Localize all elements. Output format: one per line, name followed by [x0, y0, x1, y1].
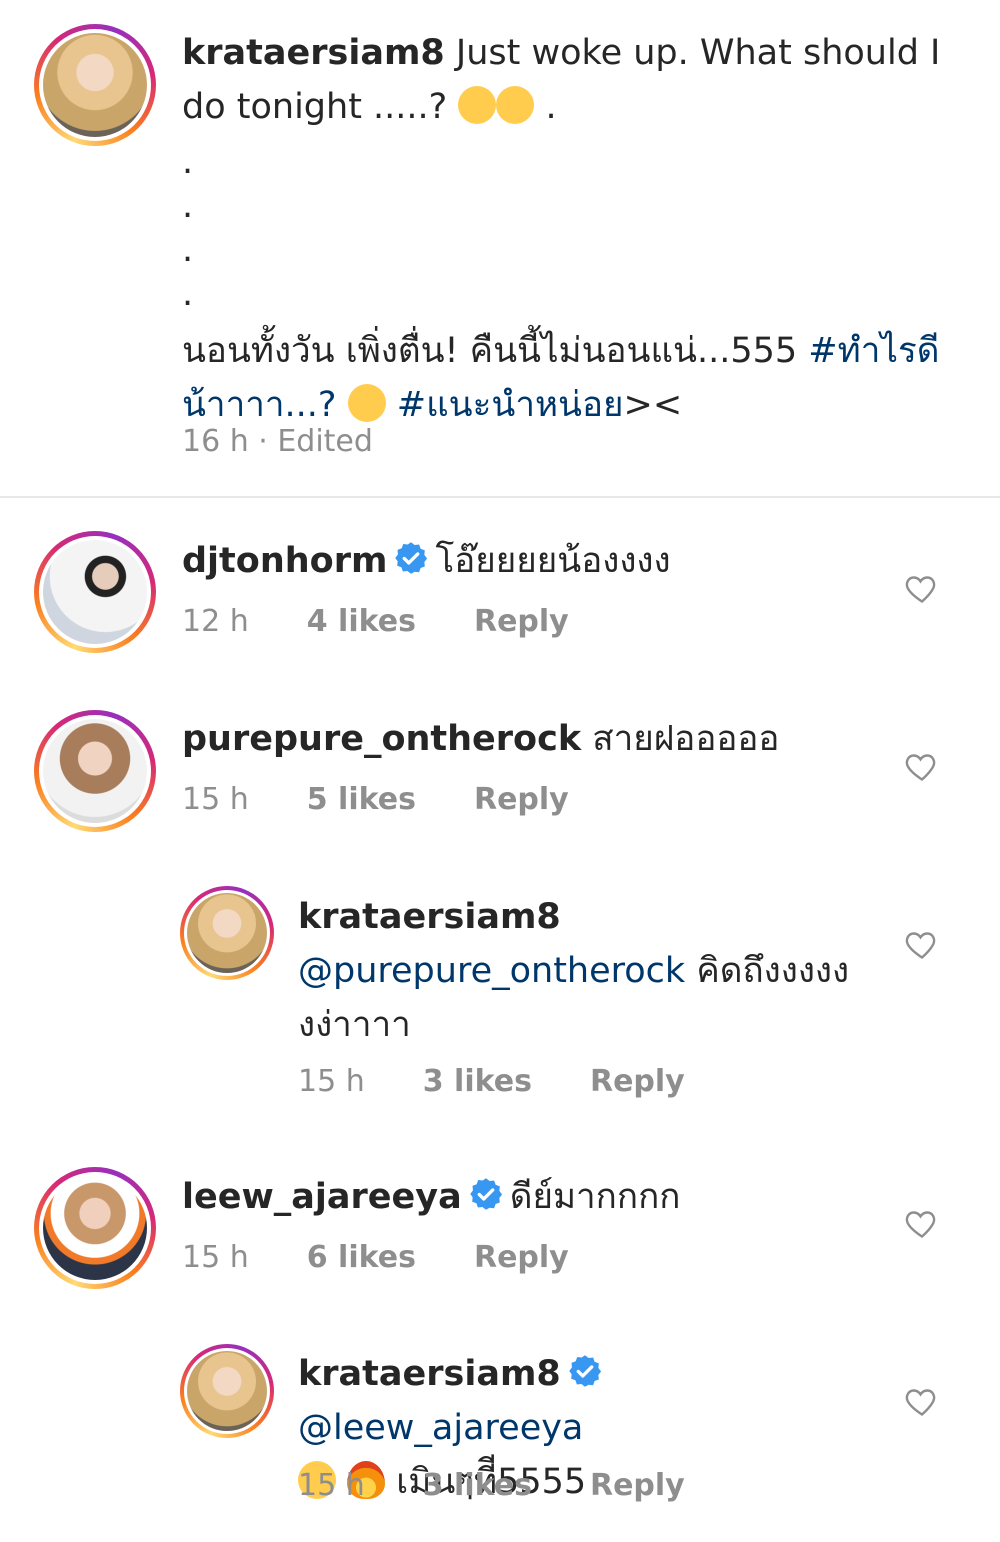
comment-body: purepure_ontherock สายฝอออออ: [182, 712, 779, 766]
like-heart-icon[interactable]: [904, 748, 940, 784]
comment-body: djtonhorm โอ๊ยยยยน้องงงง: [182, 534, 671, 588]
reply-button[interactable]: Reply: [474, 1240, 569, 1275]
like-heart-icon[interactable]: [904, 926, 940, 962]
reply-avatar[interactable]: [180, 1344, 274, 1438]
zany-face-icon: [347, 384, 386, 422]
likes-count[interactable]: 3 likes: [423, 1064, 532, 1099]
like-heart-icon[interactable]: [904, 570, 940, 606]
comment-avatar[interactable]: [34, 710, 156, 832]
comment-body: leew_ajareeya ดีย์มากกกก: [182, 1170, 680, 1224]
comment-username[interactable]: krataersiam8: [298, 897, 561, 937]
comment-text: โอ๊ยยยยน้องงงง: [435, 541, 671, 581]
reply-button[interactable]: Reply: [474, 604, 569, 639]
comment-meta: 15 h 5 likes Reply: [182, 782, 627, 817]
zany-face-icon: [496, 86, 535, 124]
likes-count[interactable]: 5 likes: [307, 782, 416, 817]
comment-time: 15 h: [298, 1064, 365, 1099]
caption-dot: .: [182, 142, 194, 182]
thinking-face-icon: [458, 86, 497, 124]
likes-count[interactable]: 6 likes: [307, 1240, 416, 1275]
caption-username[interactable]: krataersiam8: [182, 33, 445, 73]
reply-avatar[interactable]: [180, 886, 274, 980]
verified-badge-icon: [567, 1353, 603, 1389]
likes-count[interactable]: 4 likes: [307, 604, 416, 639]
caption-dot: .: [182, 274, 194, 314]
caption-dot: .: [182, 230, 194, 270]
caption-trail: .: [545, 87, 557, 127]
caption-suffix: ><: [623, 385, 683, 425]
avatar-image: [43, 540, 147, 644]
avatar-image: [43, 1176, 147, 1280]
verified-badge-icon: [393, 540, 429, 576]
comment-time: 12 h: [182, 604, 249, 639]
reply-button[interactable]: Reply: [590, 1064, 685, 1099]
caption-meta: 16 h · Edited: [182, 424, 431, 459]
reply-button[interactable]: Reply: [590, 1468, 685, 1503]
comment-meta: 15 h 6 likes Reply: [182, 1240, 627, 1275]
avatar-image: [43, 719, 147, 823]
reply-button[interactable]: Reply: [474, 782, 569, 817]
caption-avatar[interactable]: [34, 24, 156, 146]
caption: krataersiam8 Just woke up. What should I…: [182, 26, 942, 432]
verified-badge-icon: [468, 1176, 504, 1212]
comment-meta: 12 h 4 likes Reply: [182, 604, 627, 639]
caption-thai-text: นอนทั้งวัน เพิ่งตื่น! คืนนี้ไม่นอนแน่...…: [182, 331, 798, 371]
comment-meta: 15 h 3 likes Reply: [298, 1064, 743, 1099]
like-heart-icon[interactable]: [904, 1205, 940, 1241]
hashtag-link[interactable]: #แนะนำหน่อย: [397, 385, 624, 425]
mention-link[interactable]: @leew_ajareeya: [298, 1408, 583, 1448]
likes-count[interactable]: 3 likes: [423, 1468, 532, 1503]
comment-time: 15 h: [182, 1240, 249, 1275]
like-heart-icon[interactable]: [904, 1383, 940, 1419]
avatar-image: [187, 893, 267, 973]
comment-text: สายฝอออออ: [592, 719, 780, 759]
comment-username[interactable]: djtonhorm: [182, 541, 387, 581]
caption-time: 16 h · Edited: [182, 424, 373, 459]
comment-username[interactable]: krataersiam8: [298, 1354, 561, 1394]
divider: [0, 496, 1000, 498]
comment-meta: 15 h 3 likes Reply: [298, 1468, 743, 1503]
comment-avatar[interactable]: [34, 1167, 156, 1289]
comment-username[interactable]: purepure_ontherock: [182, 719, 581, 759]
comment-text: ดีย์มากกกก: [509, 1177, 681, 1217]
caption-dot: .: [182, 186, 194, 226]
comment-time: 15 h: [182, 782, 249, 817]
comment-avatar[interactable]: [34, 531, 156, 653]
comment-time: 15 h: [298, 1468, 365, 1503]
avatar-image: [43, 33, 147, 137]
comment-username[interactable]: leew_ajareeya: [182, 1177, 462, 1217]
avatar-image: [187, 1351, 267, 1431]
mention-link[interactable]: @purepure_ontherock: [298, 951, 685, 991]
reply-body: krataersiam8 @purepure_ontherock คิดถึงง…: [298, 890, 868, 1052]
